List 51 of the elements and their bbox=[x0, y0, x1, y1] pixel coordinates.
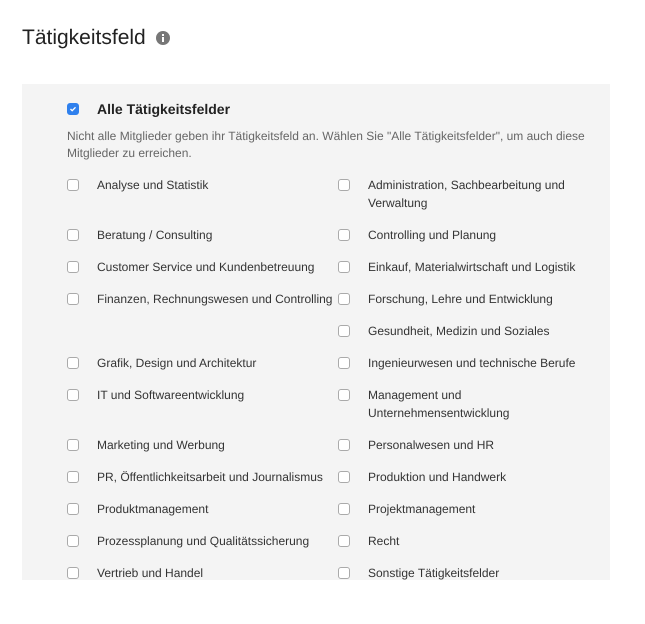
option-label: Beratung / Consulting bbox=[97, 227, 212, 244]
option-label: Analyse und Statistik bbox=[97, 177, 208, 194]
checkbox[interactable] bbox=[338, 535, 350, 547]
option-label: Forschung, Lehre und Entwicklung bbox=[368, 291, 553, 308]
checkbox[interactable] bbox=[67, 103, 79, 115]
checkbox[interactable] bbox=[338, 357, 350, 369]
checkbox[interactable] bbox=[338, 471, 350, 483]
option-label: Einkauf, Materialwirtschaft und Logistik bbox=[368, 259, 576, 276]
option-label: Finanzen, Rechnungswesen und Controlling bbox=[97, 291, 332, 308]
option-label: Grafik, Design und Architektur bbox=[97, 355, 256, 372]
checkbox[interactable] bbox=[67, 179, 79, 191]
option-label: Produktion und Handwerk bbox=[368, 469, 506, 486]
option-label: Alle Tätigkeitsfelder bbox=[97, 100, 230, 118]
checkbox[interactable] bbox=[338, 179, 350, 191]
option-label: IT und Softwareentwicklung bbox=[97, 387, 244, 404]
checkbox[interactable] bbox=[338, 229, 350, 241]
option-label: Prozessplanung und Qualitätssicherung bbox=[97, 533, 310, 550]
option-label: Gesundheit, Medizin und Soziales bbox=[368, 323, 550, 340]
checkbox[interactable] bbox=[67, 439, 79, 451]
option-label: Vertrieb und Handel bbox=[97, 565, 204, 582]
section-title: Tätigkeitsfeld bbox=[22, 26, 146, 50]
checkbox[interactable] bbox=[338, 389, 350, 401]
option-label: Marketing und Werbung bbox=[97, 437, 225, 454]
checkbox[interactable] bbox=[67, 471, 79, 483]
checkbox[interactable] bbox=[338, 567, 350, 579]
checkbox[interactable] bbox=[67, 389, 79, 401]
checkbox[interactable] bbox=[338, 261, 350, 273]
option-label: Management und Unternehmensentwicklung bbox=[368, 387, 510, 422]
option-label: Ingenieurwesen und technische Berufe bbox=[368, 355, 576, 372]
checkbox[interactable] bbox=[67, 229, 79, 241]
option-label: Sonstige Tätigkeitsfelder bbox=[368, 565, 500, 582]
option-label: Recht bbox=[368, 533, 400, 550]
option-label: PR, Öffentlichkeitsarbeit und Journalismus bbox=[97, 469, 323, 486]
checkbox[interactable] bbox=[67, 535, 79, 547]
checkbox[interactable] bbox=[338, 293, 350, 305]
hint-text: Nicht alle Mitglieder geben ihr Tätigkeitsfeld an. Wählen Sie "Alle Tätigkeitsfelder", um auch diese Mitglieder zu erreichen. bbox=[67, 128, 586, 162]
checkbox[interactable] bbox=[67, 293, 79, 305]
option-label: Controlling und Planung bbox=[368, 227, 496, 244]
option-label: Customer Service und Kundenbetreuung bbox=[97, 259, 314, 276]
checkbox[interactable] bbox=[67, 503, 79, 515]
option-label: Projektmanagement bbox=[368, 501, 476, 518]
option-label: Administration, Sachbearbeitung und Verwaltung bbox=[368, 177, 566, 212]
checkbox[interactable] bbox=[338, 439, 350, 451]
checkbox[interactable] bbox=[338, 503, 350, 515]
checkbox[interactable] bbox=[67, 357, 79, 369]
option-label: Personalwesen und HR bbox=[368, 437, 494, 454]
checkbox[interactable] bbox=[338, 325, 350, 337]
info-icon[interactable] bbox=[156, 31, 170, 45]
checkbox[interactable] bbox=[67, 261, 79, 273]
option-label: Produktmanagement bbox=[97, 501, 208, 518]
checkbox[interactable] bbox=[67, 567, 79, 579]
